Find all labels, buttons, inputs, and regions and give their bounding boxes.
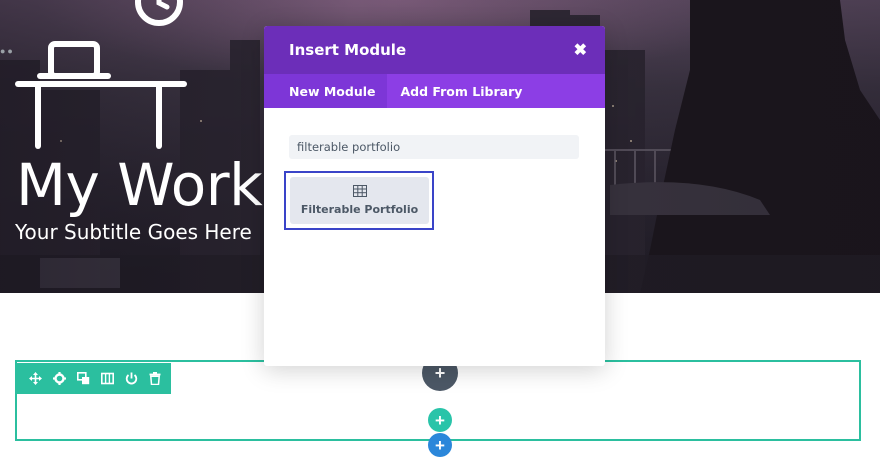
- row-toolbar: [15, 363, 171, 394]
- grid-icon: [352, 185, 367, 197]
- save-icon[interactable]: [119, 367, 143, 391]
- hero-title: My Work: [16, 151, 263, 219]
- modal-title: Insert Module: [289, 41, 407, 59]
- settings-icon[interactable]: [47, 367, 71, 391]
- module-search-input[interactable]: [289, 135, 579, 159]
- tab-add-from-library[interactable]: Add From Library: [387, 74, 535, 108]
- module-filterable-portfolio[interactable]: Filterable Portfolio: [290, 177, 429, 224]
- columns-icon[interactable]: [95, 367, 119, 391]
- close-icon[interactable]: ✖: [574, 40, 587, 60]
- desk-icon: [15, 0, 187, 149]
- module-label: Filterable Portfolio: [300, 203, 419, 216]
- insert-module-modal: Insert Module ✖ New Module Add From Libr…: [264, 26, 605, 366]
- modal-tabs: New Module Add From Library: [264, 74, 605, 108]
- tab-new-module[interactable]: New Module: [264, 74, 388, 108]
- hero-subtitle: Your Subtitle Goes Here: [15, 220, 252, 244]
- add-row-button[interactable]: +: [428, 408, 452, 432]
- duplicate-icon[interactable]: [71, 367, 95, 391]
- move-icon[interactable]: [23, 367, 47, 391]
- add-section-button[interactable]: +: [428, 433, 452, 457]
- modal-header: Insert Module ✖: [264, 26, 605, 74]
- delete-icon[interactable]: [143, 367, 167, 391]
